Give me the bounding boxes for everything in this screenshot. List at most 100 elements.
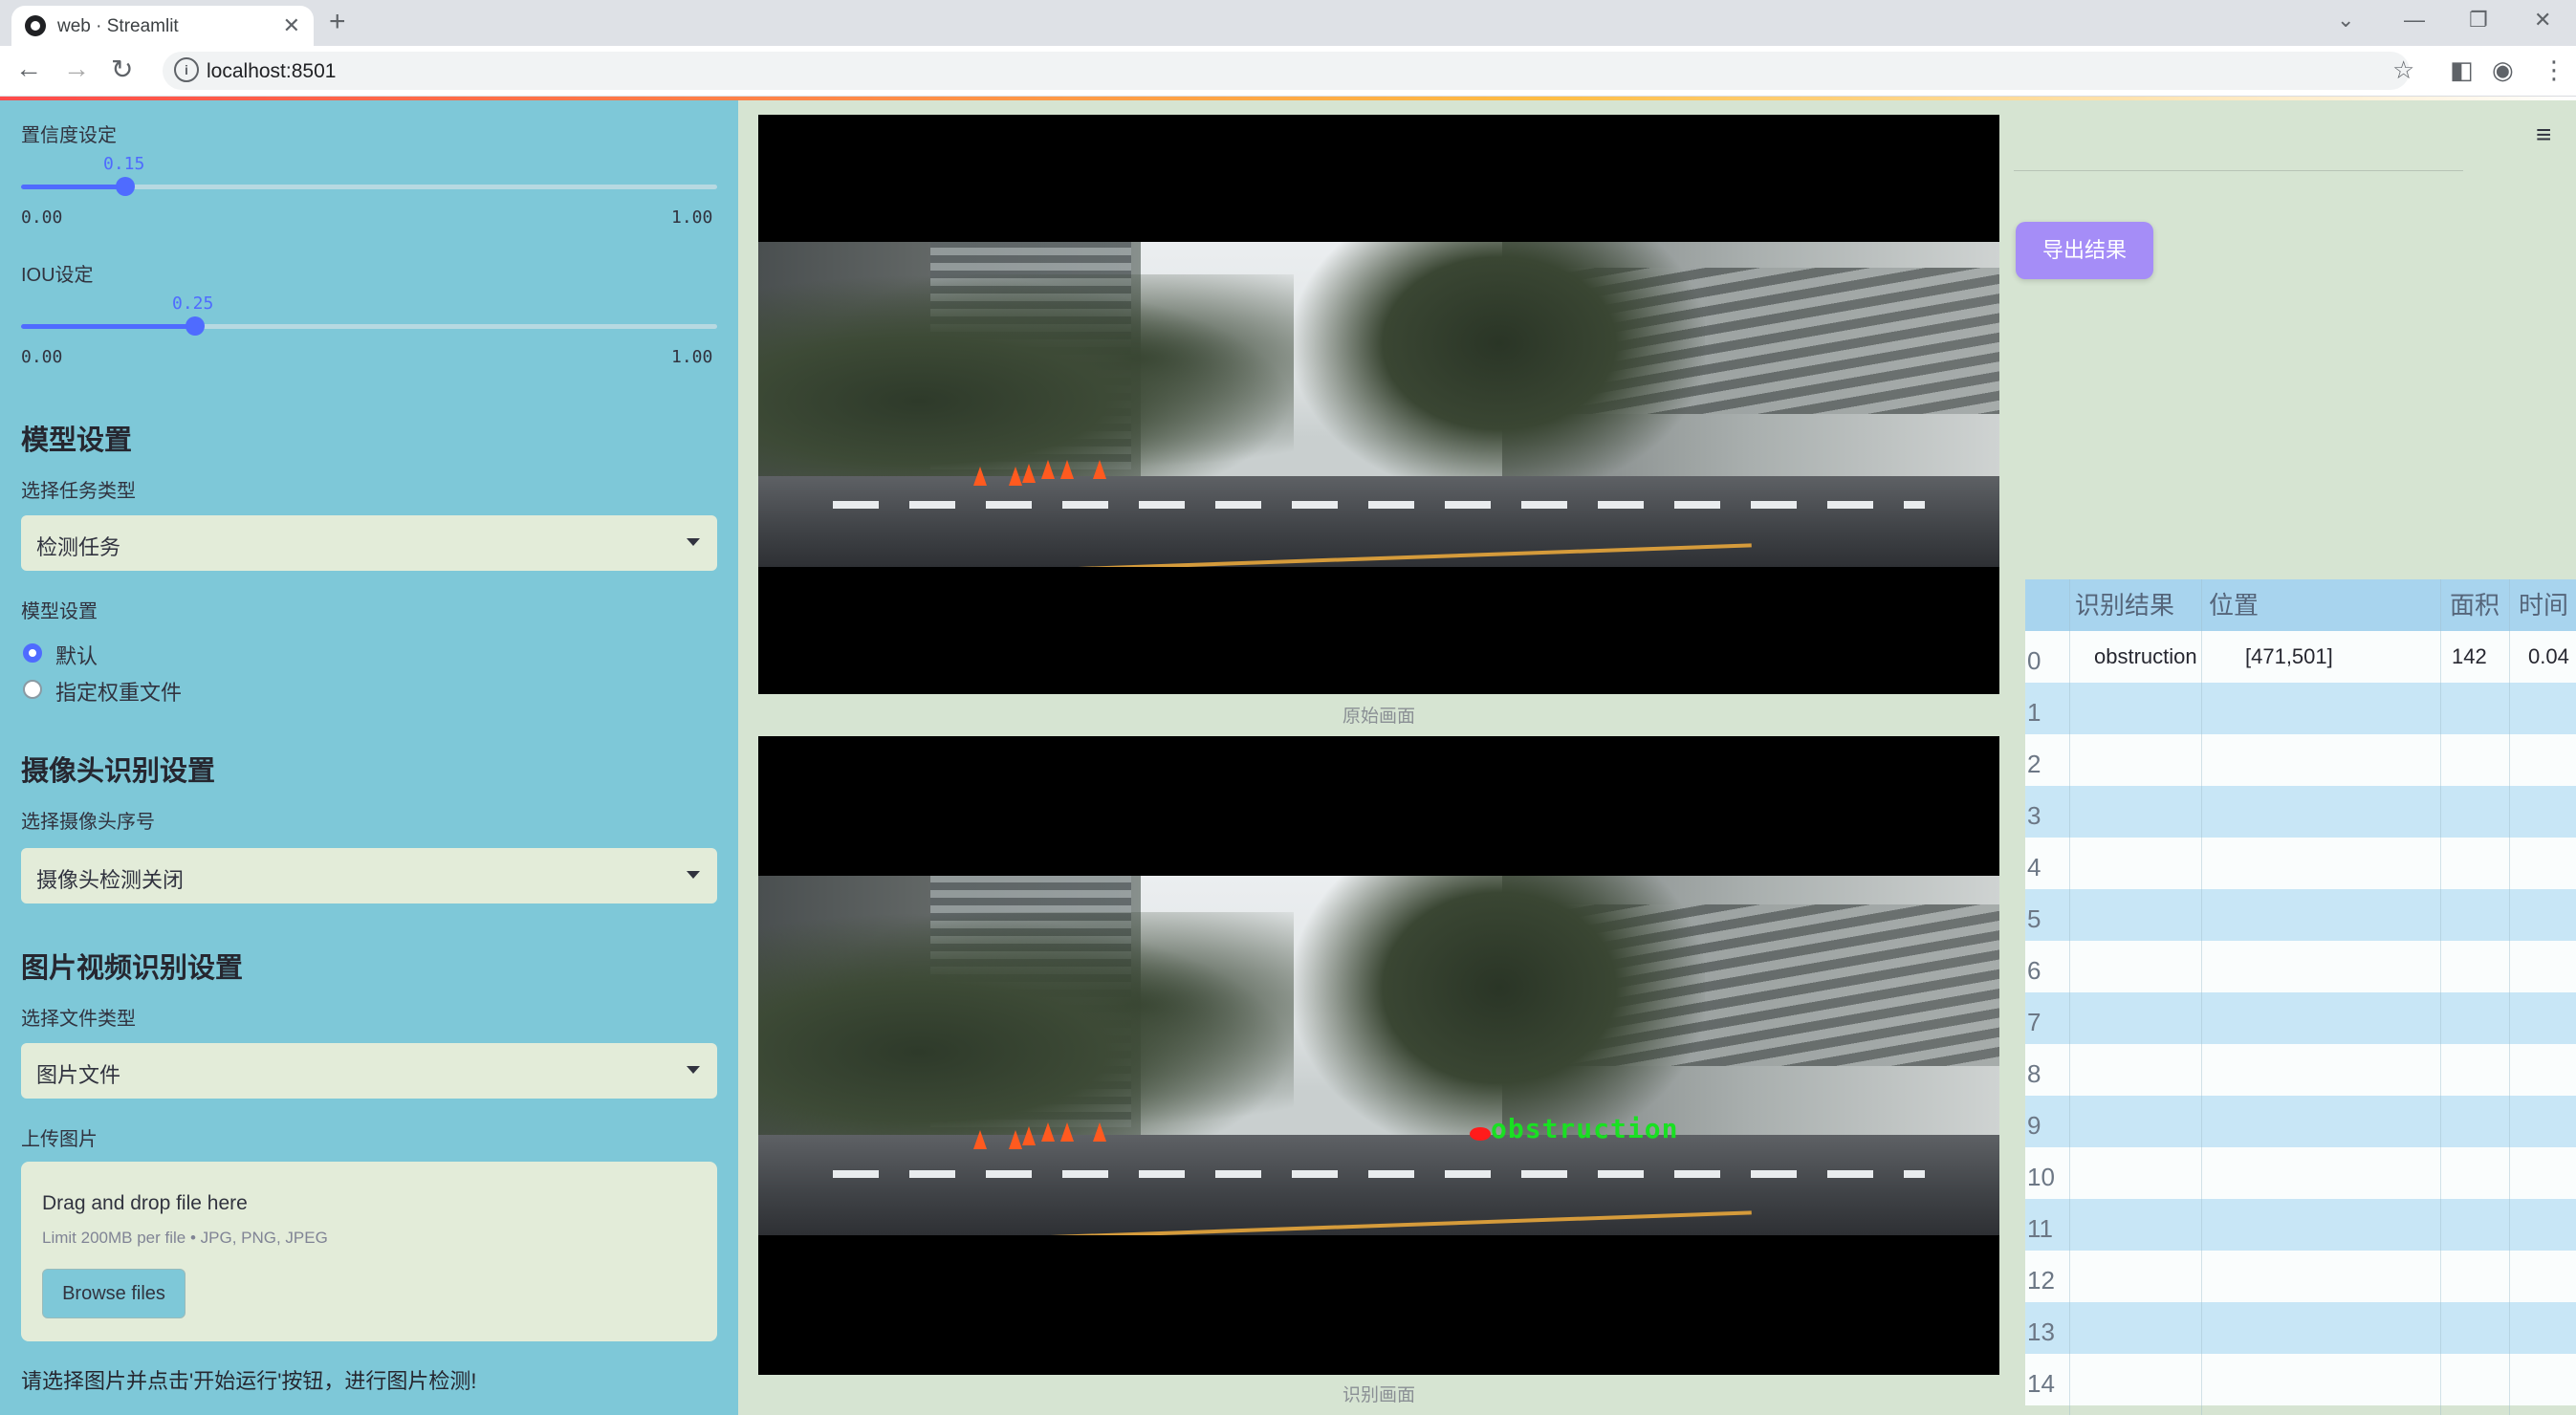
url-field[interactable]: i localhost:8501 [163, 52, 2410, 90]
file-section-title: 图片视频识别设置 [21, 953, 244, 984]
minimize-icon[interactable]: — [2404, 8, 2425, 33]
row-index: 13 [2027, 1317, 2055, 1346]
model-setting-label: 模型设置 [21, 601, 98, 622]
header-result[interactable]: 识别结果 [2075, 579, 2175, 631]
tab-title: web · Streamlit [57, 16, 179, 36]
browse-files-button[interactable]: Browse files [42, 1269, 186, 1318]
divider [2014, 170, 2463, 171]
row-index: 9 [2027, 1111, 2041, 1140]
confidence-slider-thumb[interactable] [116, 177, 136, 196]
export-results-button[interactable]: 导出结果 [2016, 222, 2153, 279]
confidence-slider[interactable] [21, 177, 717, 196]
bookmark-star-icon[interactable]: ☆ [2392, 55, 2414, 85]
table-row[interactable]: 1 [2025, 683, 2576, 734]
header-area[interactable]: 面积 [2450, 579, 2500, 631]
iou-slider[interactable] [21, 316, 717, 336]
table-row[interactable]: 10 [2025, 1147, 2576, 1199]
hamburger-menu-icon[interactable]: ≡ [2536, 120, 2551, 150]
radio-default-label[interactable]: 默认 [55, 640, 98, 670]
confidence-max: 1.00 [671, 207, 713, 228]
row-index: 0 [2027, 646, 2041, 675]
detected-street-image: obstruction [758, 876, 1999, 1235]
confidence-min: 0.00 [21, 207, 63, 228]
file-uploader-dropzone[interactable]: Drag and drop file here Limit 200MB per … [21, 1162, 717, 1341]
row-index: 11 [2027, 1214, 2053, 1243]
task-type-label: 选择任务类型 [21, 481, 136, 502]
confidence-value: 0.15 [103, 154, 145, 174]
cell-area: 142 [2452, 644, 2487, 668]
hint-text: 请选择图片并点击'开始运行'按钮，进行图片检测! [21, 1369, 477, 1393]
row-index: 8 [2027, 1059, 2041, 1088]
sidebar: 置信度设定 0.15 0.00 1.00 IOU设定 0.25 0.00 1.0… [0, 100, 738, 1415]
side-panel-icon[interactable]: ◧ [2450, 55, 2474, 85]
table-row[interactable]: 7 [2025, 992, 2576, 1044]
iou-min: 0.00 [21, 347, 63, 367]
table-row[interactable]: 0 obstruction [471,501] 142 0.04 [2025, 631, 2576, 683]
streamlit-favicon-icon [25, 15, 46, 36]
back-icon[interactable]: ← [15, 54, 42, 84]
iou-max: 1.00 [671, 347, 713, 367]
table-row[interactable]: 5 [2025, 889, 2576, 941]
task-type-value: 检测任务 [36, 535, 121, 559]
table-row[interactable]: 9 [2025, 1096, 2576, 1147]
upload-limit: Limit 200MB per file • JPG, PNG, JPEG [42, 1229, 328, 1247]
forward-icon[interactable]: → [63, 54, 90, 84]
address-bar: ← → ↻ i localhost:8501 ☆ ◧ ◉ ⋮ [0, 46, 2576, 97]
chevron-down-icon [687, 538, 700, 546]
row-index: 6 [2027, 956, 2041, 985]
tab-search-chevron-icon[interactable]: ⌄ [2337, 8, 2354, 33]
table-row[interactable]: 2 [2025, 734, 2576, 786]
table-row[interactable]: 12 [2025, 1251, 2576, 1302]
original-caption: 原始画面 [1342, 707, 1415, 727]
cell-result: obstruction [2094, 644, 2197, 668]
row-index: 7 [2027, 1008, 2041, 1036]
camera-value: 摄像头检测关闭 [36, 868, 185, 892]
row-index: 1 [2027, 698, 2041, 727]
browser-menu-icon[interactable]: ⋮ [2542, 55, 2566, 85]
reload-icon[interactable]: ↻ [111, 54, 133, 85]
detection-marker [1470, 1127, 1491, 1141]
row-index: 10 [2027, 1163, 2055, 1191]
radio-default[interactable] [23, 643, 42, 663]
browser-tab-bar: web · Streamlit ✕ + ⌄ — ❐ ✕ [0, 0, 2576, 46]
radio-custom-weights-label[interactable]: 指定权重文件 [55, 676, 182, 707]
header-position[interactable]: 位置 [2209, 579, 2259, 631]
profile-avatar-icon[interactable]: ◉ [2492, 55, 2514, 85]
close-window-icon[interactable]: ✕ [2534, 8, 2551, 33]
task-type-select[interactable]: 检测任务 [21, 515, 717, 571]
original-street-image [758, 242, 1999, 567]
upload-title: Drag and drop file here [42, 1192, 248, 1214]
upload-label: 上传图片 [21, 1129, 98, 1150]
iou-slider-thumb[interactable] [186, 316, 205, 336]
table-row[interactable]: 6 [2025, 941, 2576, 992]
iou-value: 0.25 [172, 294, 214, 314]
model-section-title: 模型设置 [21, 425, 133, 456]
camera-section-title: 摄像头识别设置 [21, 756, 216, 787]
chevron-down-icon [687, 1066, 700, 1074]
table-row[interactable]: 11 [2025, 1199, 2576, 1251]
confidence-slider-fill [21, 185, 126, 189]
browser-tab[interactable]: web · Streamlit ✕ [11, 6, 314, 46]
file-type-label: 选择文件类型 [21, 1009, 136, 1030]
table-row[interactable]: 13 [2025, 1302, 2576, 1354]
camera-select[interactable]: 摄像头检测关闭 [21, 848, 717, 903]
restore-icon[interactable]: ❐ [2469, 8, 2488, 33]
table-row[interactable]: 8 [2025, 1044, 2576, 1096]
table-row[interactable]: 14 [2025, 1354, 2576, 1405]
row-index: 2 [2027, 750, 2041, 778]
camera-index-label: 选择摄像头序号 [21, 812, 155, 833]
results-table: 识别结果 位置 面积 时间 0 obstruction [471,501] 142 0.… [2025, 579, 2576, 1415]
iou-slider-fill [21, 324, 195, 329]
radio-custom-weights[interactable] [23, 680, 42, 699]
new-tab-icon[interactable]: + [329, 6, 346, 38]
table-row[interactable]: 4 [2025, 838, 2576, 889]
cell-position: [471,501] [2245, 644, 2333, 668]
file-type-select[interactable]: 图片文件 [21, 1043, 717, 1099]
close-tab-icon[interactable]: ✕ [283, 13, 300, 38]
iou-label: IOU设定 [21, 265, 94, 286]
url-text: localhost:8501 [207, 60, 337, 82]
table-row[interactable]: 3 [2025, 786, 2576, 838]
site-info-icon[interactable]: i [174, 57, 199, 82]
confidence-label: 置信度设定 [21, 125, 117, 146]
header-time[interactable]: 时间 [2519, 579, 2569, 631]
